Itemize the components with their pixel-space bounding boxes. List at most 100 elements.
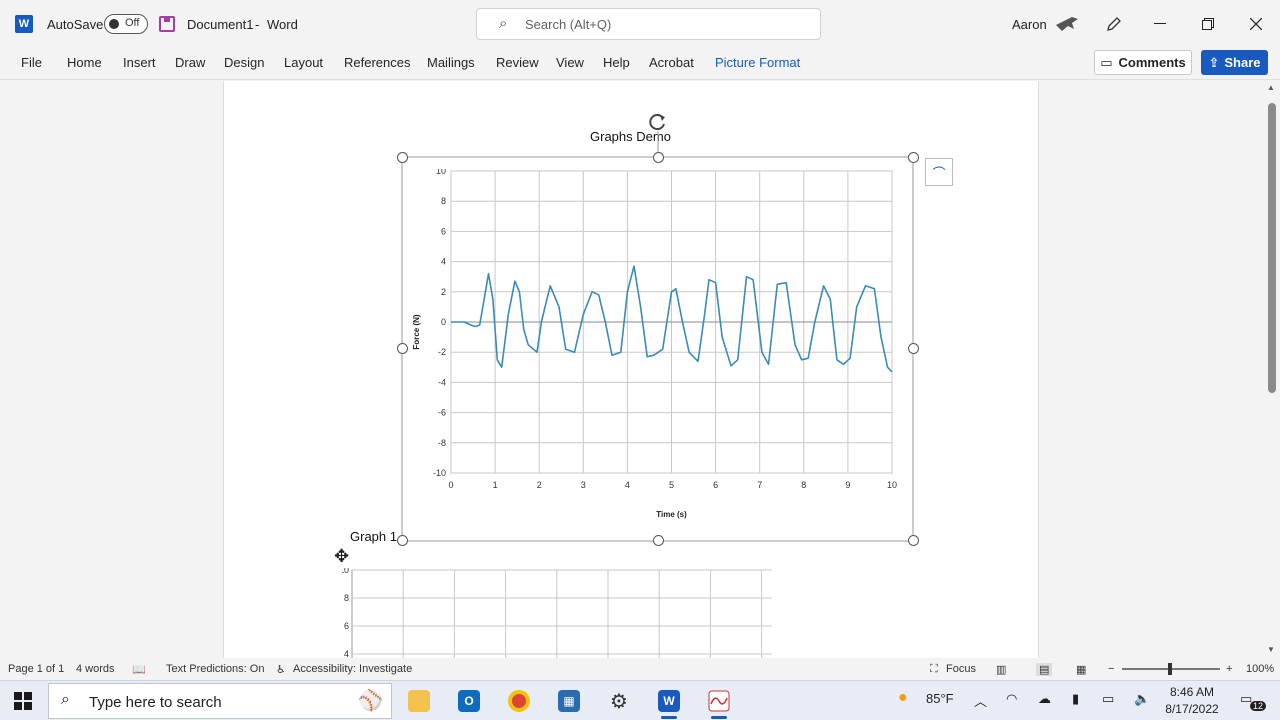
- pen-icon[interactable]: [1105, 0, 1123, 48]
- autosave-toggle[interactable]: Off: [104, 14, 148, 34]
- tab-draw[interactable]: Draw: [175, 55, 205, 70]
- tray-chevron-up-icon[interactable]: ︿: [974, 691, 987, 710]
- accessibility-status[interactable]: Accessibility: Investigate: [293, 663, 412, 675]
- tab-file[interactable]: File: [21, 55, 42, 70]
- resize-handle-tc[interactable]: [653, 152, 664, 163]
- close-button[interactable]: [1233, 0, 1279, 48]
- tab-references[interactable]: References: [344, 55, 410, 70]
- force-time-chart[interactable]: 0 1 2 3 4 5 6 7 8 9 10 10 8 6 4 2 0 -2 -4 -6 -8 -10 Time (s) Fo…: [402, 169, 913, 541]
- x-tick-label: 10: [887, 480, 897, 490]
- y-tick-label: -2: [438, 347, 446, 357]
- scroll-down-icon[interactable]: ▼: [1267, 645, 1275, 654]
- layout-options-button[interactable]: ⌒: [925, 158, 953, 186]
- scroll-up-icon[interactable]: ▲: [1267, 83, 1275, 92]
- notification-count: 12: [1250, 701, 1267, 711]
- avatar[interactable]: [1054, 0, 1080, 48]
- y-tick-label: 4: [441, 257, 446, 267]
- zoom-slider[interactable]: [1122, 663, 1220, 675]
- document-page[interactable]: Graphs Demo ⌒ 0 1 2 3 4 5 6 7 8 9 10 10 8 6 4 2 0 -2 -4 -6-…: [223, 81, 1039, 658]
- zoom-level[interactable]: 100%: [1246, 663, 1274, 675]
- status-bar: Page 1 of 1 4 words 📖 Text Predictions: …: [0, 658, 1280, 680]
- weather-temp[interactable]: 85°F: [926, 691, 954, 706]
- plot-area: [351, 569, 772, 658]
- vertical-scrollbar[interactable]: ▲ ▼: [1264, 81, 1280, 658]
- tab-view[interactable]: View: [556, 55, 584, 70]
- onedrive-icon[interactable]: ☁: [1038, 691, 1051, 707]
- outlook-icon[interactable]: O: [449, 685, 489, 717]
- page-count[interactable]: Page 1 of 1: [8, 663, 64, 675]
- user-name[interactable]: Aaron: [1012, 0, 1047, 48]
- focus-icon: ⛶: [930, 663, 938, 675]
- wifi-icon[interactable]: ◠: [1006, 691, 1017, 707]
- autosave-state: Off: [125, 17, 140, 29]
- search-icon: ⌕: [61, 691, 70, 708]
- tab-layout[interactable]: Layout: [284, 55, 323, 70]
- focus-button[interactable]: Focus: [946, 663, 976, 675]
- resize-handle-tr[interactable]: [908, 152, 919, 163]
- rotate-handle-icon[interactable]: [648, 112, 668, 132]
- share-icon: ⇪: [1208, 54, 1220, 70]
- tab-design[interactable]: Design: [224, 55, 264, 70]
- zoom-out-button[interactable]: −: [1108, 663, 1114, 675]
- toggle-knob: [109, 19, 119, 29]
- volume-icon[interactable]: 🔈: [1134, 691, 1150, 707]
- search-placeholder: Search (Alt+Q): [525, 17, 612, 32]
- microphone-icon[interactable]: ▮: [1072, 691, 1079, 707]
- y-tick-label: 0: [441, 317, 446, 327]
- tab-home[interactable]: Home: [67, 55, 102, 70]
- weather-icon[interactable]: ●: [898, 689, 908, 707]
- read-mode-icon[interactable]: ▥: [996, 663, 1006, 676]
- save-icon[interactable]: [159, 16, 175, 32]
- proofing-icon[interactable]: 📖: [132, 663, 146, 676]
- y-tick-label: 8: [344, 593, 349, 603]
- settings-gear-icon[interactable]: ⚙: [599, 685, 639, 717]
- comments-button[interactable]: ▭ Comments: [1094, 50, 1192, 75]
- search-box[interactable]: ⌕ Search (Alt+Q): [476, 8, 821, 40]
- y-axis-label: Force (N): [412, 314, 421, 349]
- graph-app-icon[interactable]: [699, 685, 739, 719]
- graph1-chart[interactable]: 10 8 6 4: [342, 568, 772, 658]
- tab-review[interactable]: Review: [496, 55, 539, 70]
- x-tick-label: 4: [625, 480, 630, 490]
- comments-label: Comments: [1118, 55, 1186, 70]
- word-taskbar-icon[interactable]: W: [649, 685, 689, 719]
- print-layout-icon[interactable]: ▤: [1036, 663, 1053, 676]
- tab-insert[interactable]: Insert: [123, 55, 156, 70]
- y-tick-label: 6: [344, 621, 349, 631]
- x-tick-label: 9: [845, 480, 850, 490]
- share-button[interactable]: ⇪ Share: [1201, 50, 1268, 75]
- x-tick-label: 2: [537, 480, 542, 490]
- autosave-label: AutoSave: [47, 16, 104, 32]
- app-name: Word: [267, 16, 298, 32]
- tab-help[interactable]: Help: [603, 55, 630, 70]
- taskbar-search[interactable]: ⌕ Type here to search ⚾: [48, 683, 392, 719]
- battery-icon[interactable]: ▭: [1102, 691, 1114, 707]
- zoom-in-button[interactable]: +: [1226, 663, 1232, 675]
- x-tick-label: 6: [713, 480, 718, 490]
- resize-handle-tl[interactable]: [397, 152, 408, 163]
- x-tick-label: 0: [448, 480, 453, 490]
- y-tick-label: 10: [436, 169, 446, 176]
- x-tick-label: 3: [581, 480, 586, 490]
- tab-mailings[interactable]: Mailings: [427, 55, 475, 70]
- taskbar-search-placeholder: Type here to search: [89, 694, 222, 711]
- zoom-slider-thumb[interactable]: [1168, 663, 1172, 675]
- y-tick-label: -6: [438, 408, 446, 418]
- tab-acrobat[interactable]: Acrobat: [649, 55, 694, 70]
- store-icon[interactable]: ▦: [549, 685, 589, 717]
- text-predictions[interactable]: Text Predictions: On: [166, 663, 264, 675]
- file-explorer-icon[interactable]: [399, 685, 439, 717]
- minimize-button[interactable]: [1137, 0, 1183, 48]
- search-highlight-icon: ⚾: [358, 690, 383, 712]
- restore-button[interactable]: [1185, 0, 1231, 48]
- accessibility-icon: ♿: [276, 664, 286, 676]
- windows-start-icon[interactable]: [14, 692, 32, 710]
- clock[interactable]: 8:46 AM 8/17/2022: [1162, 684, 1222, 718]
- scroll-thumb[interactable]: [1268, 103, 1276, 393]
- tab-picture-format[interactable]: Picture Format: [715, 55, 800, 70]
- chrome-icon[interactable]: [499, 685, 539, 717]
- y-tick-label: 4: [344, 649, 349, 658]
- web-layout-icon[interactable]: ▦: [1076, 663, 1086, 676]
- layout-options-icon: ⌒: [932, 165, 946, 181]
- word-count[interactable]: 4 words: [76, 663, 115, 675]
